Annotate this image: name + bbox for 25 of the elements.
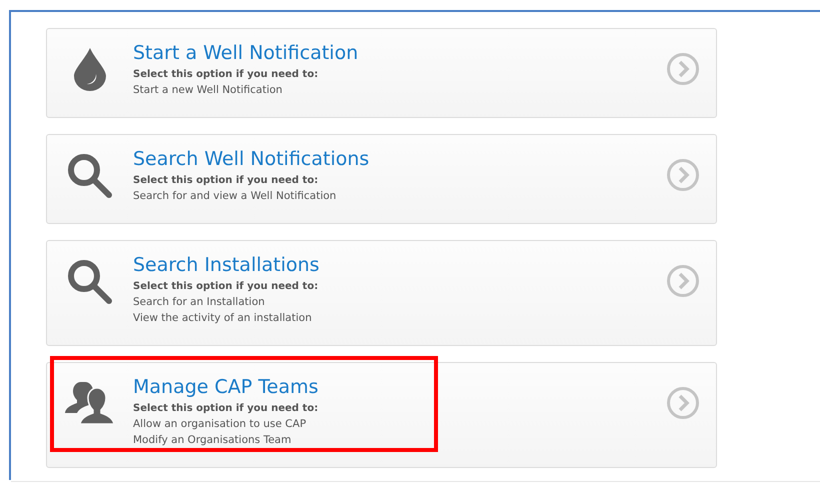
option-description: View the activity of an installation: [133, 311, 313, 326]
search-icon: [67, 153, 113, 199]
option-intro: Select this option if you need to:: [133, 402, 320, 416]
option-intro: Select this option if you need to:: [133, 68, 320, 82]
water-drop-icon: [73, 47, 107, 91]
option-title: Manage CAP Teams: [133, 375, 320, 399]
option-card[interactable]: Search Installations Select this option if you need to: Search for an Installation View the activity of an installation: [46, 240, 717, 346]
people-icon: [65, 381, 115, 425]
option-card[interactable]: Start a Well Notification Select this option if you need to: Start a new Well Notification: [46, 28, 717, 118]
option-description: Start a new Well Notification: [133, 83, 284, 98]
option-description: Search for an Installation: [133, 295, 266, 310]
option-title: Search Installations: [133, 253, 320, 277]
option-intro: Select this option if you need to:: [133, 280, 320, 294]
chevron-circle-icon[interactable]: [666, 52, 700, 86]
chevron-circle-icon[interactable]: [666, 158, 700, 192]
chevron-circle-icon[interactable]: [666, 386, 700, 420]
search-icon: [67, 259, 113, 305]
option-intro: Select this option if you need to:: [133, 174, 320, 188]
chevron-circle-icon[interactable]: [666, 264, 700, 298]
option-description: Modify an Organisations Team: [133, 433, 292, 448]
option-card[interactable]: Search Well Notifications Select this option if you need to: Search for and view a Well Notification: [46, 134, 717, 224]
option-title: Start a Well Notification: [133, 41, 360, 65]
option-description: Search for and view a Well Notification: [133, 189, 338, 204]
option-description: Allow an organisation to use CAP: [133, 417, 308, 432]
option-title: Search Well Notifications: [133, 147, 370, 171]
